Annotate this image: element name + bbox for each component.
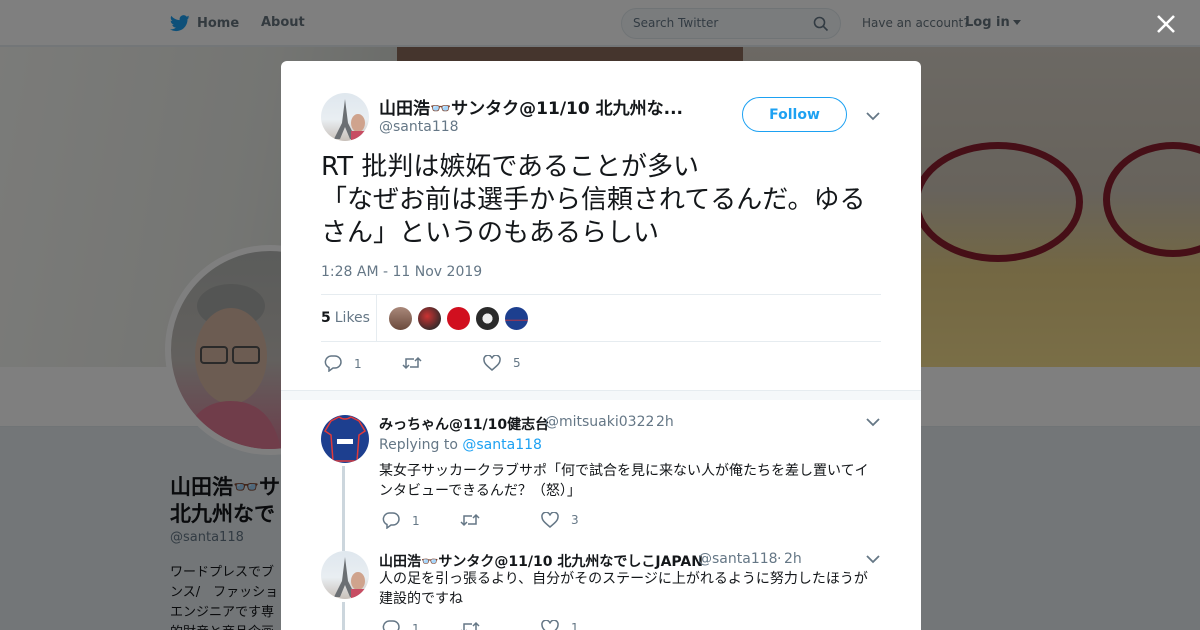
retweet-action[interactable] <box>402 355 434 371</box>
retweet-icon <box>402 356 422 370</box>
stats-divider <box>376 295 377 341</box>
heart-icon <box>541 620 559 630</box>
thread-line <box>342 602 345 630</box>
retweet-action[interactable] <box>460 512 492 528</box>
liker-avatar[interactable] <box>417 306 442 331</box>
reply-author-name[interactable]: みっちゃん@11/10健志台 <box>379 414 549 434</box>
likes-count: 5 <box>321 310 331 326</box>
reply-icon <box>382 620 400 630</box>
replying-to-label: Replying to <box>379 437 458 453</box>
replying-to: Replying to @santa118 <box>379 437 542 453</box>
reply-time-separator: · <box>777 551 782 567</box>
eiffel-tower-photo <box>334 99 367 141</box>
like-action[interactable]: 1 <box>541 620 579 630</box>
author-avatar[interactable] <box>321 93 369 141</box>
chevron-down-icon[interactable] <box>866 555 880 564</box>
reply-icon <box>324 355 342 372</box>
chevron-down-icon[interactable] <box>866 418 880 427</box>
reply-action[interactable]: 1 <box>382 512 420 529</box>
likes-stat[interactable]: 5 Likes <box>321 310 370 326</box>
liker-avatar[interactable] <box>446 306 471 331</box>
retweet-icon <box>461 621 480 630</box>
like-count: 5 <box>513 356 521 370</box>
reply-action[interactable]: 1 <box>382 620 420 630</box>
like-action[interactable]: 5 <box>483 355 521 371</box>
eiffel-tower-photo <box>334 557 367 599</box>
reply-author-handle[interactable]: @santa118 <box>698 551 778 567</box>
reply-avatar[interactable] <box>321 415 369 463</box>
retweet-action[interactable] <box>460 620 492 630</box>
like-count: 1 <box>571 621 579 630</box>
follow-button[interactable]: Follow <box>742 97 847 132</box>
reply-author-handle[interactable]: @mitsuaki0322 <box>545 414 654 430</box>
reply-icon <box>382 512 400 529</box>
replying-to-handle-link[interactable]: @santa118 <box>462 437 542 453</box>
tweet-timestamp[interactable]: 1:28 AM - 11 Nov 2019 <box>321 264 482 280</box>
liker-avatar[interactable] <box>475 306 500 331</box>
jersey-photo <box>323 416 367 462</box>
reply-author-name[interactable]: 山田浩👓サンタク@11/10 北九州なでしこJAPAN <box>379 551 703 571</box>
reply-action[interactable]: 1 <box>324 355 362 372</box>
reply-count: 1 <box>354 356 362 371</box>
retweet-icon <box>460 513 480 527</box>
reply-time[interactable]: 2h <box>656 414 674 430</box>
liker-avatar[interactable] <box>388 306 413 331</box>
author-handle[interactable]: @santa118 <box>379 119 459 135</box>
liker-avatar[interactable] <box>504 306 529 331</box>
tweet-stats: 5 Likes <box>321 294 881 342</box>
like-count: 3 <box>571 513 579 527</box>
tweet-permalink-modal: 山田浩👓サンタク@11/10 北九州な... @santa118 Follow … <box>281 61 921 630</box>
reply-count: 1 <box>412 513 420 528</box>
heart-icon <box>483 355 501 371</box>
chevron-down-icon[interactable] <box>866 112 880 121</box>
reply-time-separator: · <box>649 414 654 430</box>
reply-avatar[interactable] <box>321 551 369 599</box>
tweet-text: RT 批判は嫉妬であることが多い 「なぜお前は選手から信頼されてるんだ。ゆるさん… <box>321 152 866 248</box>
heart-icon <box>541 512 559 528</box>
reply-time[interactable]: 2h <box>784 551 802 567</box>
reply-text: 某女子サッカークラブサポ「何で試合を見に来ない人が俺たちを差し置いてインタビュー… <box>379 463 869 499</box>
close-icon[interactable] <box>1153 11 1179 37</box>
author-name[interactable]: 山田浩👓サンタク@11/10 北九州な... <box>379 94 683 119</box>
replies-divider <box>281 390 921 400</box>
reply-text: 人の足を引っ張るより、自分がそのステージに上がれるように努力したほうが建設的です… <box>379 571 868 607</box>
reply-count: 1 <box>412 621 420 630</box>
thread-line <box>342 466 345 551</box>
like-action[interactable]: 3 <box>541 512 579 528</box>
likes-label: Likes <box>334 310 370 326</box>
